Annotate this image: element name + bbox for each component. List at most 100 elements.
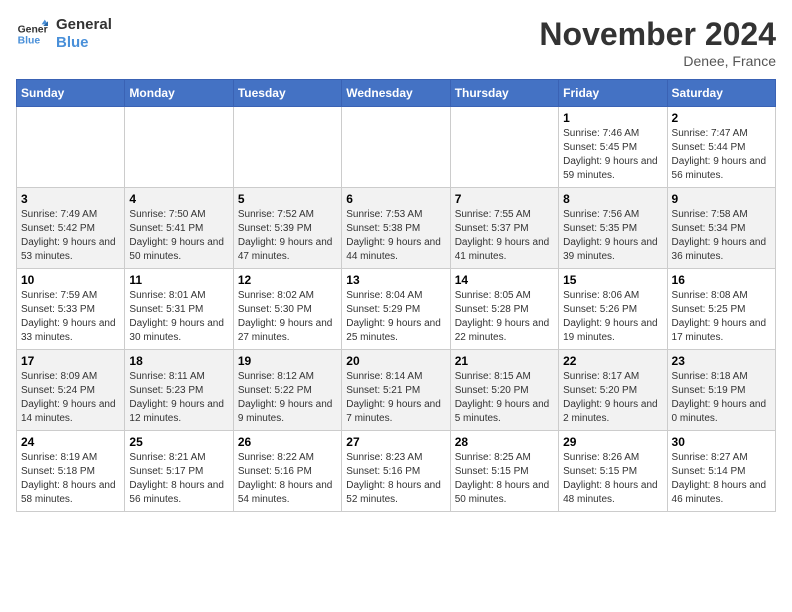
day-number: 9 [672, 192, 771, 206]
day-info: Sunrise: 8:04 AM Sunset: 5:29 PM Dayligh… [346, 289, 445, 345]
day-cell: 7 Sunrise: 7:55 AM Sunset: 5:37 PM Daylig… [450, 188, 558, 269]
day-cell [342, 107, 450, 188]
day-number: 13 [346, 273, 445, 287]
location: Denee, France [539, 53, 776, 69]
svg-text:General: General [18, 24, 48, 35]
day-number: 30 [672, 435, 771, 449]
day-number: 7 [455, 192, 554, 206]
day-cell: 2Sunrise: 7:47 AM Sunset: 5:44 PM Daylig… [667, 107, 775, 188]
day-cell [233, 107, 341, 188]
day-info: Sunrise: 8:02 AM Sunset: 5:30 PM Dayligh… [238, 289, 337, 345]
day-info: Sunrise: 7:46 AM Sunset: 5:45 PM Dayligh… [563, 127, 662, 183]
day-header-wednesday: Wednesday [342, 80, 450, 107]
day-cell: 1 Sunrise: 7:46 AM Sunset: 5:45 PM Daylig… [559, 107, 667, 188]
day-number: 8 [563, 192, 662, 206]
day-header-friday: Friday [559, 80, 667, 107]
day-info: Sunrise: 8:19 AM Sunset: 5:18 PM Dayligh… [21, 451, 120, 507]
day-cell: 29Sunrise: 8:26 AM Sunset: 5:15 PM Dayli… [559, 431, 667, 512]
day-info: Sunrise: 7:56 AM Sunset: 5:35 PM Dayligh… [563, 208, 662, 264]
day-cell: 18 Sunrise: 8:11 AM Sunset: 5:23 PM Dayli… [125, 350, 233, 431]
day-info: Sunrise: 7:53 AM Sunset: 5:38 PM Dayligh… [346, 208, 445, 264]
day-cell [17, 107, 125, 188]
day-info: Sunrise: 7:58 AM Sunset: 5:34 PM Dayligh… [672, 208, 771, 264]
day-cell: 5Sunrise: 7:52 AM Sunset: 5:39 PM Daylig… [233, 188, 341, 269]
day-header-saturday: Saturday [667, 80, 775, 107]
day-info: Sunrise: 7:59 AM Sunset: 5:33 PM Dayligh… [21, 289, 120, 345]
week-row-3: 10 Sunrise: 7:59 AM Sunset: 5:33 PM Dayli… [17, 269, 776, 350]
day-info: Sunrise: 8:22 AM Sunset: 5:16 PM Dayligh… [238, 451, 337, 507]
day-number: 18 [129, 354, 228, 368]
day-header-sunday: Sunday [17, 80, 125, 107]
day-number: 17 [21, 354, 120, 368]
week-row-2: 3Sunrise: 7:49 AM Sunset: 5:42 PM Daylig… [17, 188, 776, 269]
header: General Blue General Blue November 2024 … [16, 16, 776, 69]
day-cell: 10 Sunrise: 7:59 AM Sunset: 5:33 PM Dayli… [17, 269, 125, 350]
day-cell: 14Sunrise: 8:05 AM Sunset: 5:28 PM Dayli… [450, 269, 558, 350]
day-info: Sunrise: 7:49 AM Sunset: 5:42 PM Dayligh… [21, 208, 120, 264]
logo: General Blue General Blue [16, 16, 112, 52]
week-row-1: 1 Sunrise: 7:46 AM Sunset: 5:45 PM Daylig… [17, 107, 776, 188]
day-info: Sunrise: 8:15 AM Sunset: 5:20 PM Dayligh… [455, 370, 554, 426]
day-info: Sunrise: 8:27 AM Sunset: 5:14 PM Dayligh… [672, 451, 771, 507]
day-cell [450, 107, 558, 188]
day-info: Sunrise: 8:17 AM Sunset: 5:20 PM Dayligh… [563, 370, 662, 426]
day-info: Sunrise: 8:06 AM Sunset: 5:26 PM Dayligh… [563, 289, 662, 345]
day-cell: 23 Sunrise: 8:18 AM Sunset: 5:19 PM Dayli… [667, 350, 775, 431]
day-number: 26 [238, 435, 337, 449]
day-cell: 3Sunrise: 7:49 AM Sunset: 5:42 PM Daylig… [17, 188, 125, 269]
day-cell: 19 Sunrise: 8:12 AM Sunset: 5:22 PM Dayli… [233, 350, 341, 431]
day-cell: 16Sunrise: 8:08 AM Sunset: 5:25 PM Dayli… [667, 269, 775, 350]
day-cell: 24 Sunrise: 8:19 AM Sunset: 5:18 PM Dayli… [17, 431, 125, 512]
day-number: 28 [455, 435, 554, 449]
day-header-tuesday: Tuesday [233, 80, 341, 107]
day-info: Sunrise: 8:21 AM Sunset: 5:17 PM Dayligh… [129, 451, 228, 507]
day-info: Sunrise: 8:12 AM Sunset: 5:22 PM Dayligh… [238, 370, 337, 426]
day-cell: 17 Sunrise: 8:09 AM Sunset: 5:24 PM Dayli… [17, 350, 125, 431]
day-number: 23 [672, 354, 771, 368]
day-number: 15 [563, 273, 662, 287]
day-cell: 11 Sunrise: 8:01 AM Sunset: 5:31 PM Dayli… [125, 269, 233, 350]
day-number: 10 [21, 273, 120, 287]
day-number: 27 [346, 435, 445, 449]
day-number: 29 [563, 435, 662, 449]
day-header-monday: Monday [125, 80, 233, 107]
day-cell: 27 Sunrise: 8:23 AM Sunset: 5:16 PM Dayli… [342, 431, 450, 512]
svg-text:Blue: Blue [18, 36, 41, 47]
day-cell: 4Sunrise: 7:50 AM Sunset: 5:41 PM Daylig… [125, 188, 233, 269]
day-cell: 25Sunrise: 8:21 AM Sunset: 5:17 PM Dayli… [125, 431, 233, 512]
day-cell [125, 107, 233, 188]
day-cell: 30 Sunrise: 8:27 AM Sunset: 5:14 PM Dayli… [667, 431, 775, 512]
day-info: Sunrise: 7:55 AM Sunset: 5:37 PM Dayligh… [455, 208, 554, 264]
day-cell: 22 Sunrise: 8:17 AM Sunset: 5:20 PM Dayli… [559, 350, 667, 431]
day-info: Sunrise: 8:09 AM Sunset: 5:24 PM Dayligh… [21, 370, 120, 426]
day-number: 14 [455, 273, 554, 287]
week-row-5: 24 Sunrise: 8:19 AM Sunset: 5:18 PM Dayli… [17, 431, 776, 512]
day-header-thursday: Thursday [450, 80, 558, 107]
day-info: Sunrise: 8:01 AM Sunset: 5:31 PM Dayligh… [129, 289, 228, 345]
day-number: 22 [563, 354, 662, 368]
day-number: 11 [129, 273, 228, 287]
day-cell: 9 Sunrise: 7:58 AM Sunset: 5:34 PM Daylig… [667, 188, 775, 269]
day-cell: 8 Sunrise: 7:56 AM Sunset: 5:35 PM Daylig… [559, 188, 667, 269]
header-row: SundayMondayTuesdayWednesdayThursdayFrid… [17, 80, 776, 107]
day-cell: 28 Sunrise: 8:25 AM Sunset: 5:15 PM Dayli… [450, 431, 558, 512]
day-info: Sunrise: 8:23 AM Sunset: 5:16 PM Dayligh… [346, 451, 445, 507]
day-number: 24 [21, 435, 120, 449]
day-number: 4 [129, 192, 228, 206]
day-cell: 12 Sunrise: 8:02 AM Sunset: 5:30 PM Dayli… [233, 269, 341, 350]
day-info: Sunrise: 8:11 AM Sunset: 5:23 PM Dayligh… [129, 370, 228, 426]
day-info: Sunrise: 7:47 AM Sunset: 5:44 PM Dayligh… [672, 127, 771, 183]
day-number: 19 [238, 354, 337, 368]
logo-icon: General Blue [16, 18, 48, 50]
day-number: 6 [346, 192, 445, 206]
day-number: 20 [346, 354, 445, 368]
logo-line1: General [56, 16, 112, 34]
day-info: Sunrise: 8:08 AM Sunset: 5:25 PM Dayligh… [672, 289, 771, 345]
day-number: 1 [563, 111, 662, 125]
day-number: 12 [238, 273, 337, 287]
month-title: November 2024 [539, 16, 776, 53]
day-info: Sunrise: 8:25 AM Sunset: 5:15 PM Dayligh… [455, 451, 554, 507]
day-info: Sunrise: 8:18 AM Sunset: 5:19 PM Dayligh… [672, 370, 771, 426]
day-cell: 6 Sunrise: 7:53 AM Sunset: 5:38 PM Daylig… [342, 188, 450, 269]
day-cell: 15 Sunrise: 8:06 AM Sunset: 5:26 PM Dayli… [559, 269, 667, 350]
